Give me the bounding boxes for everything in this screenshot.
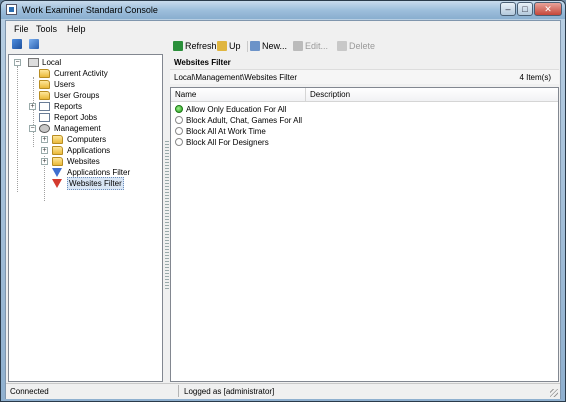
active-radio-icon[interactable] xyxy=(175,105,183,113)
inactive-radio-icon[interactable] xyxy=(175,116,183,124)
connect-icon[interactable] xyxy=(12,39,22,49)
content-panel: Refresh Up New... Edit... Delete Website… xyxy=(170,38,559,382)
breadcrumb-path: Local\Management\Websites Filter xyxy=(174,73,298,82)
expand-icon[interactable]: + xyxy=(29,103,36,110)
tree-item-label: Current Activity xyxy=(54,69,108,78)
refresh-icon xyxy=(173,41,183,51)
breadcrumb: Local\Management\Websites Filter 4 Item(… xyxy=(170,69,559,84)
list-item-label: Block All For Designers xyxy=(186,138,269,147)
edit-label: Edit... xyxy=(305,41,329,51)
refresh-button[interactable]: Refresh xyxy=(173,40,217,52)
tree-item-label: Users xyxy=(54,80,75,89)
disconnect-icon[interactable] xyxy=(29,39,39,49)
folder-up-icon xyxy=(217,41,227,51)
inactive-radio-icon[interactable] xyxy=(175,138,183,146)
collapse-icon[interactable]: − xyxy=(14,59,21,66)
tree-item-label: Report Jobs xyxy=(54,113,98,122)
tree-item-label: Reports xyxy=(54,102,83,111)
title-bar[interactable]: Work Examiner Standard Console – □ ✕ xyxy=(1,1,565,19)
navigation-tree[interactable]: − Local Current Activity Users User Grou… xyxy=(8,54,163,382)
tree-item-label: Applications xyxy=(67,146,111,155)
panel-splitter[interactable] xyxy=(165,141,169,291)
app-window: Work Examiner Standard Console – □ ✕ Fil… xyxy=(0,0,566,402)
filter-list[interactable]: Name Description Allow Only Education Fo… xyxy=(170,87,559,382)
client-area: File Tools Help − Local Current Activity xyxy=(5,20,561,399)
toolbar-separator xyxy=(247,41,248,52)
folder-icon xyxy=(39,80,50,89)
delete-label: Delete xyxy=(349,41,376,51)
menu-file[interactable]: File xyxy=(14,24,29,34)
expand-icon[interactable]: + xyxy=(41,158,48,165)
folder-icon xyxy=(52,146,63,155)
up-label: Up xyxy=(229,41,241,51)
list-item-label: Allow Only Education For All xyxy=(186,105,287,114)
folder-icon xyxy=(52,157,63,166)
status-divider xyxy=(178,385,179,397)
report-icon xyxy=(39,102,50,111)
resize-grip-icon[interactable] xyxy=(550,389,558,397)
edit-button[interactable]: Edit... xyxy=(293,40,328,52)
funnel-icon xyxy=(52,179,62,188)
new-icon xyxy=(250,41,260,51)
refresh-label: Refresh xyxy=(185,41,217,51)
computer-icon xyxy=(28,58,39,67)
delete-button[interactable]: Delete xyxy=(337,40,375,52)
column-header-description[interactable]: Description xyxy=(310,90,350,99)
new-button[interactable]: New... xyxy=(250,40,287,52)
status-bar: Connected Logged as [administrator] xyxy=(6,383,560,399)
tree-item-label: Management xyxy=(54,124,101,133)
menu-bar: File Tools Help xyxy=(6,21,560,37)
tree-item-label: Websites Filter xyxy=(67,177,124,190)
window-title: Work Examiner Standard Console xyxy=(22,5,158,15)
list-header: Name Description xyxy=(171,88,558,102)
main-toolbar: Refresh Up New... Edit... Delete xyxy=(170,38,559,54)
tree-item-label: Local xyxy=(42,58,62,67)
tree-item-label: Websites xyxy=(67,157,100,166)
inactive-radio-icon[interactable] xyxy=(175,127,183,135)
tree-item-label: Computers xyxy=(67,135,107,144)
collapse-icon[interactable]: − xyxy=(29,125,36,132)
folder-icon xyxy=(39,91,50,100)
expand-icon[interactable]: + xyxy=(41,147,48,154)
minimize-button[interactable]: – xyxy=(500,2,516,16)
tree-item-label: User Groups xyxy=(54,91,100,100)
page-title: Websites Filter xyxy=(174,58,231,67)
edit-icon xyxy=(293,41,303,51)
connection-status: Connected xyxy=(10,387,49,396)
menu-tools[interactable]: Tools xyxy=(36,24,57,34)
delete-icon xyxy=(337,41,347,51)
list-item-label: Block All At Work Time xyxy=(186,127,266,136)
close-button[interactable]: ✕ xyxy=(534,2,562,16)
menu-help[interactable]: Help xyxy=(67,24,86,34)
maximize-button[interactable]: □ xyxy=(517,2,533,16)
new-label: New... xyxy=(262,41,288,51)
tree-guide-line xyxy=(17,66,18,192)
column-header-name[interactable]: Name xyxy=(175,90,196,99)
tree-guide-line xyxy=(33,77,34,147)
expand-icon[interactable]: + xyxy=(41,136,48,143)
item-count: 4 Item(s) xyxy=(519,73,551,82)
funnel-icon xyxy=(52,168,62,177)
gear-icon xyxy=(39,124,50,133)
folder-icon xyxy=(52,135,63,144)
column-divider[interactable] xyxy=(305,88,306,101)
folder-icon xyxy=(39,69,50,78)
report-icon xyxy=(39,113,50,122)
login-status: Logged as [administrator] xyxy=(184,387,275,396)
list-item-label: Block Adult, Chat, Games For All xyxy=(186,116,303,125)
app-icon xyxy=(6,4,17,15)
tree-toolbar xyxy=(8,38,163,52)
up-button[interactable]: Up xyxy=(217,40,241,52)
